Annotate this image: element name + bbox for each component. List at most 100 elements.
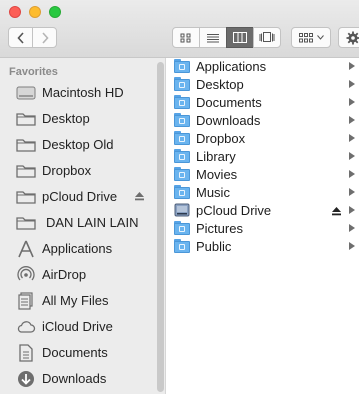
folder-icon [16, 161, 36, 181]
sidebar-item-label: iCloud Drive [42, 319, 113, 334]
forward-button[interactable] [32, 27, 57, 48]
disclosure-arrow-icon [349, 170, 355, 178]
dropbox-folder-icon [174, 131, 190, 145]
sidebar: Favorites Macintosh HD Desktop Desktop O… [0, 58, 166, 394]
sidebar-item-documents[interactable]: Documents [0, 340, 154, 366]
disclosure-arrow-icon [349, 80, 355, 88]
column-item-music[interactable]: Music [167, 184, 359, 202]
sidebar-item-downloads[interactable]: Downloads [0, 366, 154, 392]
close-window-button[interactable] [9, 6, 21, 18]
cloud-icon [16, 317, 36, 337]
disclosure-arrow-icon [349, 116, 355, 124]
column-item-applications[interactable]: Applications [167, 58, 359, 76]
sidebar-item-label: Desktop [42, 111, 90, 126]
column-item-downloads[interactable]: Downloads [167, 112, 359, 130]
sidebar-item-label: Macintosh HD [42, 85, 124, 100]
chevron-down-icon [316, 35, 324, 40]
column-item-label: Applications [196, 59, 267, 74]
applications-folder-icon [174, 59, 190, 73]
column-item-movies[interactable]: Movies [167, 166, 359, 184]
arrange-button[interactable] [291, 27, 331, 48]
column-item-documents[interactable]: Documents [167, 94, 359, 112]
sidebar-heading-favorites: Favorites [9, 66, 58, 78]
desktop-folder-icon [174, 77, 190, 91]
music-folder-icon [174, 185, 190, 199]
downloads-folder-icon [174, 113, 190, 127]
sidebar-item-dan-lain-lain[interactable]: DAN LAIN LAIN [0, 210, 154, 236]
column-item-pictures[interactable]: Pictures [167, 220, 359, 238]
drive-icon [174, 203, 190, 217]
cover-flow-view-button[interactable] [253, 27, 281, 48]
view-mode-selector [172, 27, 281, 48]
sidebar-item-icloud-drive[interactable]: iCloud Drive [0, 314, 154, 340]
sidebar-item-dropbox[interactable]: Dropbox [0, 158, 154, 184]
sidebar-item-applications[interactable]: Applications [0, 236, 154, 262]
column-item-public[interactable]: Public [167, 238, 359, 256]
sidebar-item-label: AirDrop [42, 267, 87, 282]
folder-icon [16, 187, 36, 207]
gear-icon [346, 31, 359, 44]
sidebar-scrollbar[interactable] [157, 62, 164, 392]
minimize-window-button[interactable] [29, 6, 41, 18]
library-folder-icon [174, 149, 190, 163]
column-view-button[interactable] [226, 27, 254, 48]
sidebar-item-macintosh-hd[interactable]: Macintosh HD [0, 80, 154, 106]
column-item-label: Public [196, 239, 232, 254]
column-item-label: Dropbox [196, 131, 246, 146]
eject-icon[interactable] [134, 190, 145, 205]
sidebar-item-airdrop[interactable]: AirDrop [0, 262, 154, 288]
folder-icon [16, 213, 36, 233]
arrange-grid-icon [298, 32, 313, 42]
zoom-window-button[interactable] [49, 6, 61, 18]
documents-icon [16, 343, 36, 363]
action-button[interactable] [338, 27, 359, 48]
column-item-label: Library [196, 149, 236, 164]
column-item-desktop[interactable]: Desktop [167, 76, 359, 94]
documents-folder-icon [174, 95, 190, 109]
column-item-pcloud-drive[interactable]: pCloud Drive [167, 202, 359, 220]
icon-view-icon [180, 33, 191, 42]
folder-icon [16, 135, 36, 155]
sidebar-item-all-my-files[interactable]: All My Files [0, 288, 154, 314]
pictures-folder-icon [174, 221, 190, 235]
column-item-library[interactable]: Library [167, 148, 359, 166]
airdrop-icon [16, 265, 36, 285]
list-view-button[interactable] [199, 27, 227, 48]
sidebar-item-label: Desktop Old [42, 137, 114, 152]
sidebar-item-label: pCloud Drive [42, 189, 118, 204]
column-item-label: Pictures [196, 221, 243, 236]
column-item-label: Documents [196, 95, 262, 110]
sidebar-item-desktop[interactable]: Desktop [0, 106, 154, 132]
disclosure-arrow-icon [349, 134, 355, 142]
hard-drive-icon [16, 83, 36, 103]
disclosure-arrow-icon [349, 206, 355, 214]
chevron-left-icon [16, 31, 24, 44]
disclosure-arrow-icon [349, 62, 355, 70]
folder-icon [16, 109, 36, 129]
list-view-icon [207, 33, 219, 42]
sidebar-item-pcloud-drive[interactable]: pCloud Drive [0, 184, 154, 210]
column-view-icon [233, 32, 247, 43]
toolbar [0, 0, 359, 58]
movies-folder-icon [174, 167, 190, 181]
sidebar-item-label: DAN LAIN LAIN [46, 215, 139, 230]
column-item-label: Desktop [196, 77, 244, 92]
sidebar-item-label: Applications [42, 241, 113, 256]
cover-flow-view-icon [259, 32, 275, 42]
column-browser: Applications Desktop Documents Downloads… [167, 58, 359, 394]
sidebar-item-label: Dropbox [42, 163, 92, 178]
disclosure-arrow-icon [349, 224, 355, 232]
chevron-right-icon [41, 31, 49, 44]
sidebar-item-label: Downloads [42, 371, 107, 386]
column-item-label: Music [196, 185, 230, 200]
sidebar-item-desktop-old[interactable]: Desktop Old [0, 132, 154, 158]
disclosure-arrow-icon [349, 152, 355, 160]
applications-icon [16, 239, 36, 259]
icon-view-button[interactable] [172, 27, 200, 48]
back-button[interactable] [8, 27, 33, 48]
disclosure-arrow-icon [349, 242, 355, 250]
column-item-dropbox[interactable]: Dropbox [167, 130, 359, 148]
sidebar-item-label: Documents [42, 345, 108, 360]
eject-icon[interactable] [331, 205, 342, 220]
disclosure-arrow-icon [349, 98, 355, 106]
